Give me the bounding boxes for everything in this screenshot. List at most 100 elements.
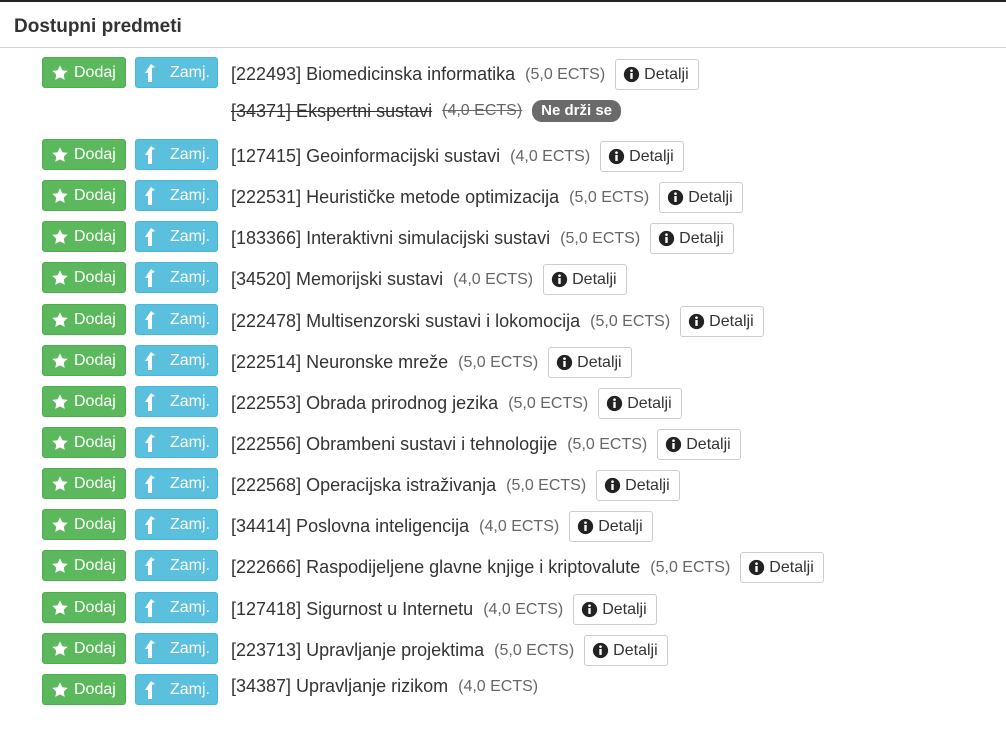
add-button-label: Dodaj	[74, 227, 116, 245]
replace-button-label: Zamj.	[170, 598, 210, 616]
course-name: [222531] Heurističke metode optimizacija	[231, 187, 560, 207]
details-button[interactable]: Detalji	[573, 594, 657, 625]
star-icon	[51, 681, 69, 699]
replace-button-label: Zamj.	[170, 186, 210, 204]
replace-button[interactable]: Zamj.	[135, 262, 218, 293]
details-button-label: Detalji	[644, 65, 689, 83]
course-info: [34414] Poslovna inteligencija (4,0 ECTS)…	[231, 511, 653, 542]
details-button-label: Detalji	[679, 229, 724, 247]
replace-button[interactable]: Zamj.	[135, 139, 218, 170]
add-button[interactable]: Dodaj	[42, 262, 126, 293]
replace-icon	[144, 474, 156, 493]
add-button-label: Dodaj	[74, 268, 116, 286]
details-button[interactable]: Detalji	[615, 59, 699, 90]
details-button-label: Detalji	[627, 394, 672, 412]
add-button-label: Dodaj	[74, 63, 116, 81]
replace-icon	[144, 145, 156, 164]
course-row: Dodaj Zamj. [34414] Poslovna inteligencija…	[0, 501, 1006, 542]
course-info: [222553] Obrada prirodnog jezika (5,0 ECT…	[231, 388, 682, 419]
replace-button[interactable]: Zamj.	[135, 180, 218, 211]
star-icon	[51, 557, 69, 575]
add-button-label: Dodaj	[74, 680, 116, 698]
course-ects: (5,0 ECTS)	[494, 641, 575, 659]
info-circle-icon	[658, 230, 675, 247]
replace-button-label: Zamj.	[170, 515, 210, 533]
details-button-label: Detalji	[577, 353, 622, 371]
replace-button[interactable]: Zamj.	[135, 221, 218, 252]
star-icon	[51, 475, 69, 493]
replace-button-label: Zamj.	[170, 145, 210, 163]
course-name: [222514] Neuronske mreže	[231, 352, 449, 372]
replace-button[interactable]: Zamj.	[135, 468, 218, 499]
add-button[interactable]: Dodaj	[42, 57, 126, 88]
add-button-label: Dodaj	[74, 515, 116, 533]
add-button[interactable]: Dodaj	[42, 221, 126, 252]
details-button[interactable]: Detalji	[543, 264, 627, 295]
replace-button[interactable]: Zamj.	[135, 592, 218, 623]
course-name: [222553] Obrada prirodnog jezika	[231, 393, 499, 413]
details-button-label: Detalji	[709, 312, 754, 330]
star-icon	[51, 311, 69, 329]
details-button-label: Detalji	[613, 641, 658, 659]
add-button[interactable]: Dodaj	[42, 139, 126, 170]
course-ects: (4,0 ECTS)	[442, 102, 523, 119]
replace-button-label: Zamj.	[170, 310, 210, 328]
replace-icon	[144, 556, 156, 575]
replace-icon	[144, 351, 156, 370]
course-ects: (5,0 ECTS)	[458, 353, 539, 371]
add-button[interactable]: Dodaj	[42, 550, 126, 581]
add-button-label: Dodaj	[74, 186, 116, 204]
add-button[interactable]: Dodaj	[42, 674, 126, 705]
add-button[interactable]: Dodaj	[42, 180, 126, 211]
course-info: [223713] Upravljanje projektima (5,0 ECTS…	[231, 635, 668, 666]
replace-button[interactable]: Zamj.	[135, 674, 218, 705]
add-button[interactable]: Dodaj	[42, 509, 126, 540]
star-icon	[51, 146, 69, 164]
details-button[interactable]: Detalji	[584, 635, 668, 666]
details-button[interactable]: Detalji	[657, 429, 741, 460]
course-ects: (5,0 ECTS)	[508, 394, 589, 412]
add-button[interactable]: Dodaj	[42, 592, 126, 623]
replace-button[interactable]: Zamj.	[135, 304, 218, 335]
replace-button[interactable]: Zamj.	[135, 57, 218, 88]
details-button-label: Detalji	[598, 517, 643, 535]
replace-button[interactable]: Zamj.	[135, 633, 218, 664]
course-name: [223713] Upravljanje projektima	[231, 640, 485, 660]
course-info: [222666] Raspodijeljene glavne knjige i …	[231, 552, 824, 583]
details-button[interactable]: Detalji	[680, 306, 764, 337]
add-button[interactable]: Dodaj	[42, 386, 126, 417]
add-button[interactable]: Dodaj	[42, 304, 126, 335]
details-button-label: Detalji	[572, 270, 617, 288]
replace-icon	[144, 227, 156, 246]
details-button[interactable]: Detalji	[596, 470, 680, 501]
details-button[interactable]: Detalji	[548, 347, 632, 378]
course-info: [34387] Upravljanje rizikom (4,0 ECTS)	[231, 676, 538, 697]
course-row: Dodaj Zamj. [222556] Obrambeni sustavi i t…	[0, 419, 1006, 460]
add-button-label: Dodaj	[74, 598, 116, 616]
replace-button[interactable]: Zamj.	[135, 345, 218, 376]
course-info: [34371] Ekspertni sustavi (4,0 ECTS) Ne dr…	[231, 100, 622, 122]
course-info: [222514] Neuronske mreže (5,0 ECTS) Detalj…	[231, 347, 632, 378]
add-button[interactable]: Dodaj	[42, 345, 126, 376]
course-name: [34371] Ekspertni sustavi	[231, 100, 433, 121]
course-row: Dodaj Zamj. [223713] Upravljanje projektim…	[0, 625, 1006, 666]
details-button-label: Detalji	[769, 558, 814, 576]
details-button[interactable]: Detalji	[598, 388, 682, 419]
course-info: [222493] Biomedicinska informatika (5,0 E…	[231, 59, 699, 90]
details-button[interactable]: Detalji	[650, 223, 734, 254]
details-button[interactable]: Detalji	[569, 511, 653, 542]
details-button[interactable]: Detalji	[600, 141, 684, 172]
add-button[interactable]: Dodaj	[42, 468, 126, 499]
add-button[interactable]: Dodaj	[42, 427, 126, 458]
replace-button[interactable]: Zamj.	[135, 509, 218, 540]
course-name: [34387] Upravljanje rizikom	[231, 676, 449, 696]
details-button[interactable]: Detalji	[659, 182, 743, 213]
add-button[interactable]: Dodaj	[42, 633, 126, 664]
replace-button[interactable]: Zamj.	[135, 386, 218, 417]
course-row: Dodaj Zamj. [34387] Upravljanje rizikom (4,…	[0, 666, 1006, 707]
replace-button[interactable]: Zamj.	[135, 427, 218, 458]
info-circle-icon	[577, 518, 594, 535]
details-button[interactable]: Detalji	[740, 552, 824, 583]
replace-button[interactable]: Zamj.	[135, 550, 218, 581]
course-row: [34371] Ekspertni sustavi (4,0 ECTS) Ne dr…	[0, 90, 1006, 131]
